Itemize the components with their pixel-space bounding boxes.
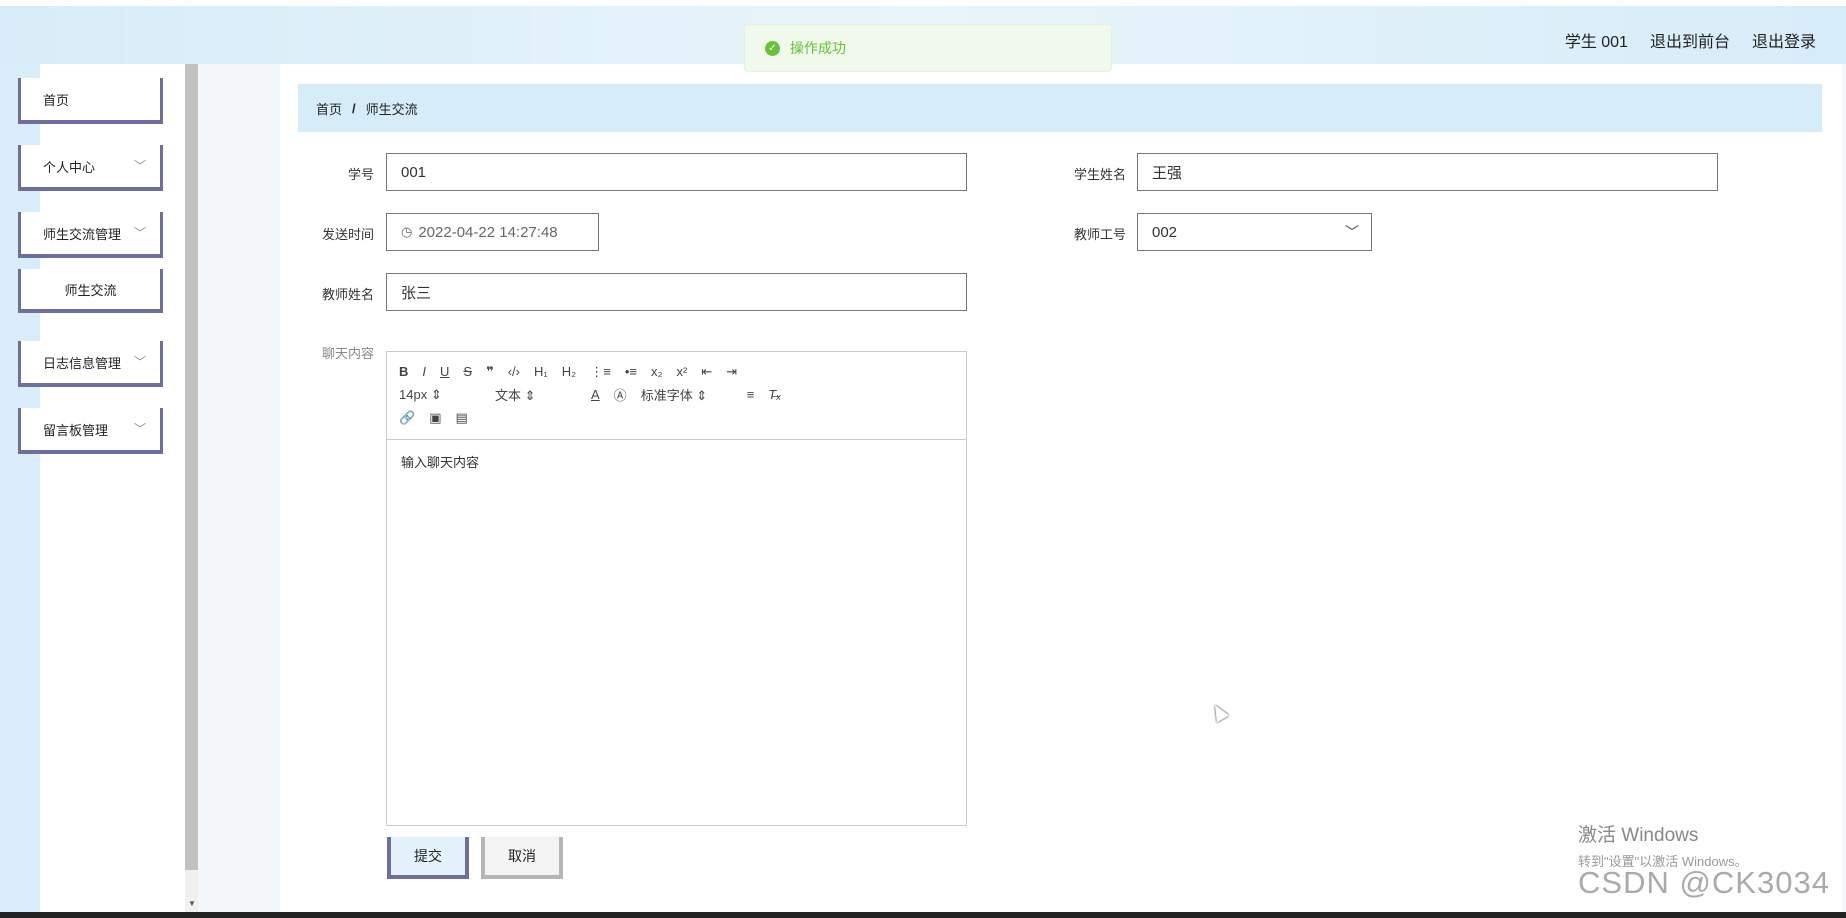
clock-icon: ◷ [401,224,413,239]
chat-content-label: 聊天内容 [321,346,374,361]
bullet-list-icon[interactable]: •≡ [625,364,637,379]
chevron-down-icon: ﹀ [133,422,146,436]
windows-activation-watermark: 激活 Windows 转到"设置"以激活 Windows。 [1578,820,1748,870]
student-id-field[interactable]: 001 [386,153,967,191]
chevron-down-icon: ﹀ [1345,224,1359,240]
text-type-value: 文本 [495,388,522,403]
submit-button[interactable]: 提交 [387,837,469,879]
sidebar-item-label: 日志信息管理 [43,355,122,371]
watermark-line-1: 激活 Windows [1578,825,1699,846]
header-1-icon[interactable]: H₁ [534,364,548,379]
sidebar-stripe [0,64,40,914]
rich-text-editor: B I U S ❞ ‹/› H₁ H₂ ⋮≡ •≡ x₂ x² ⇤ ⇥ 14px… [386,351,967,826]
bold-icon[interactable]: B [399,364,408,379]
code-block-icon[interactable]: ‹/› [508,364,520,379]
breadcrumb: 首页 / 师生交流 [298,84,1822,132]
font-size-select[interactable]: 14px ⇕ [399,387,481,403]
sidebar-item-label: 师生交流 [64,282,117,298]
teacher-name-label: 教师姓名 [321,287,374,302]
logout-link[interactable]: 退出登录 [1752,28,1816,52]
video-icon[interactable]: ▤ [455,410,467,426]
chat-content-input[interactable]: 输入聊天内容 [387,440,966,483]
image-icon[interactable]: ▣ [429,410,441,426]
student-id-value: 001 [401,163,427,181]
font-family-select[interactable]: 标准字体 ⇕ [641,385,733,404]
taskbar-edge [0,912,1846,918]
teacher-name-field[interactable]: 张三 [386,273,967,311]
header-actions: 学生 001 退出到前台 退出登录 [1565,28,1816,52]
sidebar-item-label: 个人中心 [43,159,96,175]
teacher-id-label: 教师工号 [1073,227,1126,242]
csdn-watermark: CSDN @CK3034 [1578,865,1830,900]
breadcrumb-separator: / [352,100,356,116]
ordered-list-icon[interactable]: ⋮≡ [590,364,611,380]
chevron-down-icon: ﹀ [133,355,146,369]
chevron-down-icon: ﹀ [133,226,146,240]
sidebar-item-label: 师生交流管理 [43,226,122,242]
outdent-icon[interactable]: ⇤ [701,364,712,380]
teacher-name-value: 张三 [401,284,432,302]
sidebar-item-log-mgmt[interactable]: 日志信息管理 ﹀ [18,341,163,387]
indent-icon[interactable]: ⇥ [726,364,737,380]
editor-toolbar: B I U S ❞ ‹/› H₁ H₂ ⋮≡ •≡ x₂ x² ⇤ ⇥ 14px… [387,352,966,440]
sidebar-item-message-board-mgmt[interactable]: 留言板管理 ﹀ [18,408,163,454]
underline-icon[interactable]: U [440,364,449,379]
font-size-value: 14px [399,386,428,402]
scroll-down-arrow-icon[interactable]: ▼ [188,899,196,908]
back-to-front-link[interactable]: 退出到前台 [1650,28,1730,52]
sidebar-item-personal-center[interactable]: 个人中心 ﹀ [18,145,163,191]
teacher-id-select[interactable]: 002 ﹀ [1137,213,1372,251]
align-icon[interactable]: ≡ [747,387,755,402]
student-name-label: 学生姓名 [1073,167,1126,182]
sidebar: 首页 个人中心 ﹀ 师生交流管理 ﹀ 师生交流 日志信息管理 ﹀ 留言板管理 ﹀… [0,64,198,914]
success-toast: ✓ 操作成功 [744,24,1112,72]
text-type-select[interactable]: 文本 ⇕ [495,385,577,404]
check-circle-icon: ✓ [765,40,780,56]
sidebar-item-label: 留言板管理 [43,422,109,438]
font-family-value: 标准字体 [640,388,693,403]
breadcrumb-home[interactable]: 首页 [316,99,342,118]
font-color-icon[interactable]: A [591,387,600,402]
sidebar-item-teacher-student-mgmt[interactable]: 师生交流管理 ﹀ [18,212,163,258]
send-time-label: 发送时间 [321,227,374,242]
cancel-button[interactable]: 取消 [481,837,563,879]
blockquote-icon[interactable]: ❞ [486,364,494,380]
sidebar-item-home[interactable]: 首页 [18,78,163,124]
sidebar-item-label: 首页 [43,92,70,108]
current-user[interactable]: 学生 001 [1565,28,1628,52]
student-name-value: 王强 [1152,164,1183,182]
link-icon[interactable]: 🔗 [399,410,415,426]
send-time-value: 2022-04-22 14:27:48 [418,223,558,241]
clear-format-icon[interactable]: T̶ₓ [768,387,781,402]
student-name-field[interactable]: 王强 [1137,153,1718,191]
teacher-id-value: 002 [1152,223,1178,241]
subscript-icon[interactable]: x₂ [651,364,663,379]
send-time-picker[interactable]: ◷ 2022-04-22 14:27:48 [386,213,599,251]
sidebar-scrollbar[interactable]: ▼ [185,64,198,914]
strikethrough-icon[interactable]: S [463,364,472,379]
chevron-down-icon: ﹀ [133,159,146,173]
breadcrumb-current: 师生交流 [365,101,418,117]
toast-message: 操作成功 [790,40,846,56]
scrollbar-thumb[interactable] [185,64,198,870]
sidebar-item-teacher-student-chat[interactable]: 师生交流 [18,269,163,313]
italic-icon[interactable]: I [422,364,426,379]
header-2-icon[interactable]: H₂ [562,364,576,379]
background-color-icon[interactable]: Ⓐ [614,385,627,404]
superscript-icon[interactable]: x² [677,364,688,379]
student-id-label: 学号 [347,167,374,182]
